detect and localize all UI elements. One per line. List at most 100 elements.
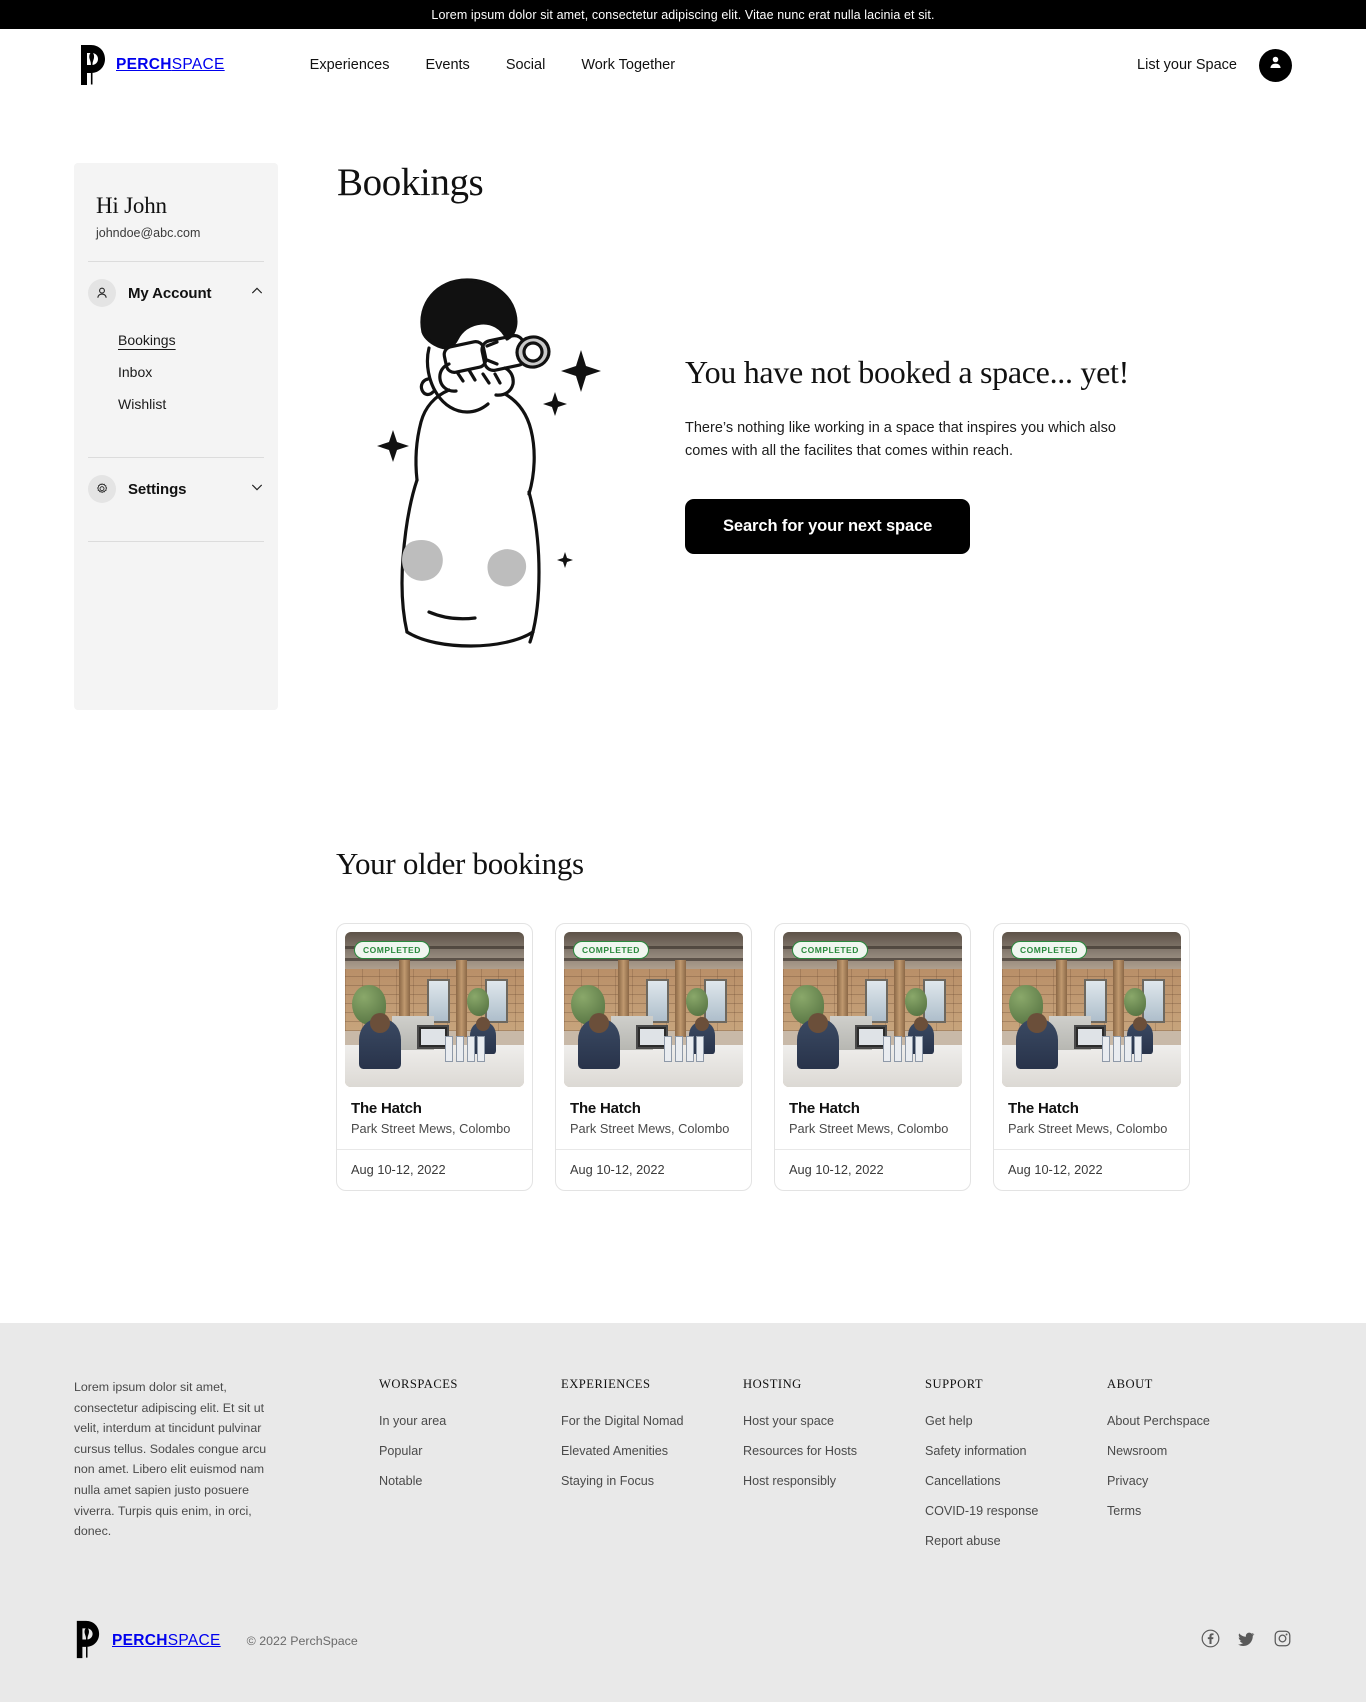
- twitter-icon[interactable]: [1237, 1629, 1256, 1653]
- footer-link-resources-for-hosts[interactable]: Resources for Hosts: [743, 1444, 925, 1458]
- footer-link-host-your-space[interactable]: Host your space: [743, 1414, 925, 1428]
- nav-item-work-together[interactable]: Work Together: [581, 57, 675, 73]
- footer-link-digital-nomad[interactable]: For the Digital Nomad: [561, 1414, 743, 1428]
- footer-link-popular[interactable]: Popular: [379, 1444, 561, 1458]
- booking-card-location: Park Street Mews, Colombo: [1008, 1121, 1168, 1136]
- empty-bookings-state: You have not booked a space... yet! Ther…: [337, 252, 1292, 657]
- footer-link-staying-in-focus[interactable]: Staying in Focus: [561, 1474, 743, 1488]
- site-footer: Lorem ipsum dolor sit amet, consectetur …: [0, 1323, 1366, 1702]
- empty-state-heading: You have not booked a space... yet!: [685, 354, 1129, 391]
- footer-logo-wordmark: PERCHSPACE: [112, 1632, 221, 1650]
- status-badge: COMPLETED: [354, 941, 430, 959]
- booking-card-media: COMPLETED: [783, 932, 962, 1087]
- footer-link-cancellations[interactable]: Cancellations: [925, 1474, 1107, 1488]
- footer-about-text: Lorem ipsum dolor sit amet, consectetur …: [74, 1380, 267, 1539]
- footer-column-experiences: EXPERIENCES For the Digital Nomad Elevat…: [561, 1377, 743, 1564]
- instagram-icon[interactable]: [1273, 1629, 1292, 1653]
- sidebar-group-settings[interactable]: Settings: [74, 458, 278, 520]
- site-header: PERCHSPACE Experiences Events Social Wor…: [0, 29, 1366, 101]
- booking-card-title: The Hatch: [351, 1100, 422, 1117]
- site-logo[interactable]: PERCHSPACE: [78, 44, 225, 86]
- nav-item-events[interactable]: Events: [425, 57, 469, 73]
- footer-column-heading: WORSPACES: [379, 1377, 458, 1391]
- booking-card-title: The Hatch: [789, 1100, 860, 1117]
- footer-logo[interactable]: PERCHSPACE: [74, 1620, 221, 1662]
- footer-bottom-bar: PERCHSPACE © 2022 PerchSpace: [74, 1564, 1292, 1702]
- status-badge: COMPLETED: [1011, 941, 1087, 959]
- footer-column-hosting: HOSTING Host your space Resources for Ho…: [743, 1377, 925, 1564]
- booking-card-dates: Aug 10-12, 2022: [337, 1149, 532, 1190]
- chevron-up-icon[interactable]: [250, 284, 264, 303]
- footer-link-terms[interactable]: Terms: [1107, 1504, 1267, 1518]
- search-next-space-button[interactable]: Search for your next space: [685, 498, 971, 554]
- booking-card-body: The Hatch Park Street Mews, Colombo: [556, 1087, 751, 1136]
- chevron-down-icon[interactable]: [250, 480, 264, 499]
- logo-bold: PERCH: [116, 56, 172, 73]
- footer-link-get-help[interactable]: Get help: [925, 1414, 1107, 1428]
- sidebar-greeting: Hi John: [96, 193, 167, 218]
- footer-link-elevated-amenities[interactable]: Elevated Amenities: [561, 1444, 743, 1458]
- footer-link-in-your-area[interactable]: In your area: [379, 1414, 561, 1428]
- logo-wordmark: PERCHSPACE: [116, 56, 225, 74]
- booking-card-dates: Aug 10-12, 2022: [775, 1149, 970, 1190]
- footer-link-privacy[interactable]: Privacy: [1107, 1474, 1267, 1488]
- facebook-icon[interactable]: [1201, 1629, 1220, 1653]
- footer-copyright: © 2022 PerchSpace: [246, 1634, 358, 1648]
- sidebar-group-my-account[interactable]: My Account: [74, 262, 278, 324]
- footer-link-safety-information[interactable]: Safety information: [925, 1444, 1107, 1458]
- footer-link-newsroom[interactable]: Newsroom: [1107, 1444, 1267, 1458]
- sidebar-item-bookings[interactable]: Bookings: [88, 324, 264, 356]
- person-with-binoculars-illustration: [337, 252, 637, 657]
- announcement-text: Lorem ipsum dolor sit amet, consectetur …: [431, 7, 935, 22]
- older-bookings-list: COMPLETED The Hatch Park Street Mews, Co…: [207, 923, 1292, 1191]
- sidebar-submenu-my-account: Bookings Inbox Wishlist: [74, 324, 278, 436]
- sidebar-divider-3: [88, 541, 264, 542]
- user-avatar-button[interactable]: [1259, 48, 1292, 82]
- footer-column-support: SUPPORT Get help Safety information Canc…: [925, 1377, 1107, 1564]
- sidebar-group-label-my-account: My Account: [128, 284, 212, 302]
- footer-link-about-perchspace[interactable]: About Perchspace: [1107, 1414, 1267, 1428]
- footer-columns: Lorem ipsum dolor sit amet, consectetur …: [74, 1377, 1292, 1564]
- footer-link-covid-response[interactable]: COVID-19 response: [925, 1504, 1107, 1518]
- footer-column-heading: HOSTING: [743, 1377, 802, 1391]
- header-actions: List your Space: [1137, 48, 1292, 82]
- logo-light: SPACE: [171, 56, 225, 73]
- status-badge: COMPLETED: [573, 941, 649, 959]
- booking-card[interactable]: COMPLETED The Hatch Park Street Mews, Co…: [336, 923, 533, 1191]
- sidebar-email: johndoe@abc.com: [96, 226, 201, 240]
- sidebar-item-inbox[interactable]: Inbox: [88, 356, 264, 388]
- footer-logo-light: SPACE: [167, 1632, 221, 1649]
- footer-link-host-responsibly[interactable]: Host responsibly: [743, 1474, 925, 1488]
- sidebar-item-wishlist[interactable]: Wishlist: [88, 388, 264, 420]
- booking-card[interactable]: COMPLETED The Hatch Park Street Mews, Co…: [774, 923, 971, 1191]
- footer-logo-bold: PERCH: [112, 1632, 168, 1649]
- sidebar-user-block: Hi John johndoe@abc.com: [74, 193, 278, 240]
- list-your-space-link[interactable]: List your Space: [1137, 57, 1237, 73]
- booking-card-location: Park Street Mews, Colombo: [789, 1121, 949, 1136]
- page-body: Hi John johndoe@abc.com My Account Booki…: [0, 101, 1366, 710]
- nav-item-experiences[interactable]: Experiences: [310, 57, 390, 73]
- user-icon: [88, 279, 116, 307]
- booking-card-media: COMPLETED: [345, 932, 524, 1087]
- booking-card-dates: Aug 10-12, 2022: [556, 1149, 751, 1190]
- booking-card[interactable]: COMPLETED The Hatch Park Street Mews, Co…: [993, 923, 1190, 1191]
- booking-card-dates: Aug 10-12, 2022: [994, 1149, 1189, 1190]
- sidebar-group-label-settings: Settings: [128, 480, 187, 498]
- footer-column-heading: ABOUT: [1107, 1377, 1153, 1391]
- booking-card-title: The Hatch: [1008, 1100, 1079, 1117]
- booking-card-body: The Hatch Park Street Mews, Colombo: [775, 1087, 970, 1136]
- older-bookings-title: Your older bookings: [336, 846, 584, 881]
- booking-card[interactable]: COMPLETED The Hatch Park Street Mews, Co…: [555, 923, 752, 1191]
- empty-state-copy: You have not booked a space... yet! Ther…: [637, 354, 1157, 554]
- footer-column-about: ABOUT About Perchspace Newsroom Privacy …: [1107, 1377, 1267, 1564]
- primary-nav: Experiences Events Social Work Together: [310, 57, 675, 73]
- nav-item-social[interactable]: Social: [506, 57, 546, 73]
- status-badge: COMPLETED: [792, 941, 868, 959]
- booking-card-title: The Hatch: [570, 1100, 641, 1117]
- footer-link-notable[interactable]: Notable: [379, 1474, 561, 1488]
- account-sidebar: Hi John johndoe@abc.com My Account Booki…: [74, 163, 278, 710]
- booking-card-body: The Hatch Park Street Mews, Colombo: [994, 1087, 1189, 1136]
- announcement-bar: Lorem ipsum dolor sit amet, consectetur …: [0, 0, 1366, 29]
- page-title: Bookings: [337, 161, 484, 204]
- footer-link-report-abuse[interactable]: Report abuse: [925, 1534, 1107, 1548]
